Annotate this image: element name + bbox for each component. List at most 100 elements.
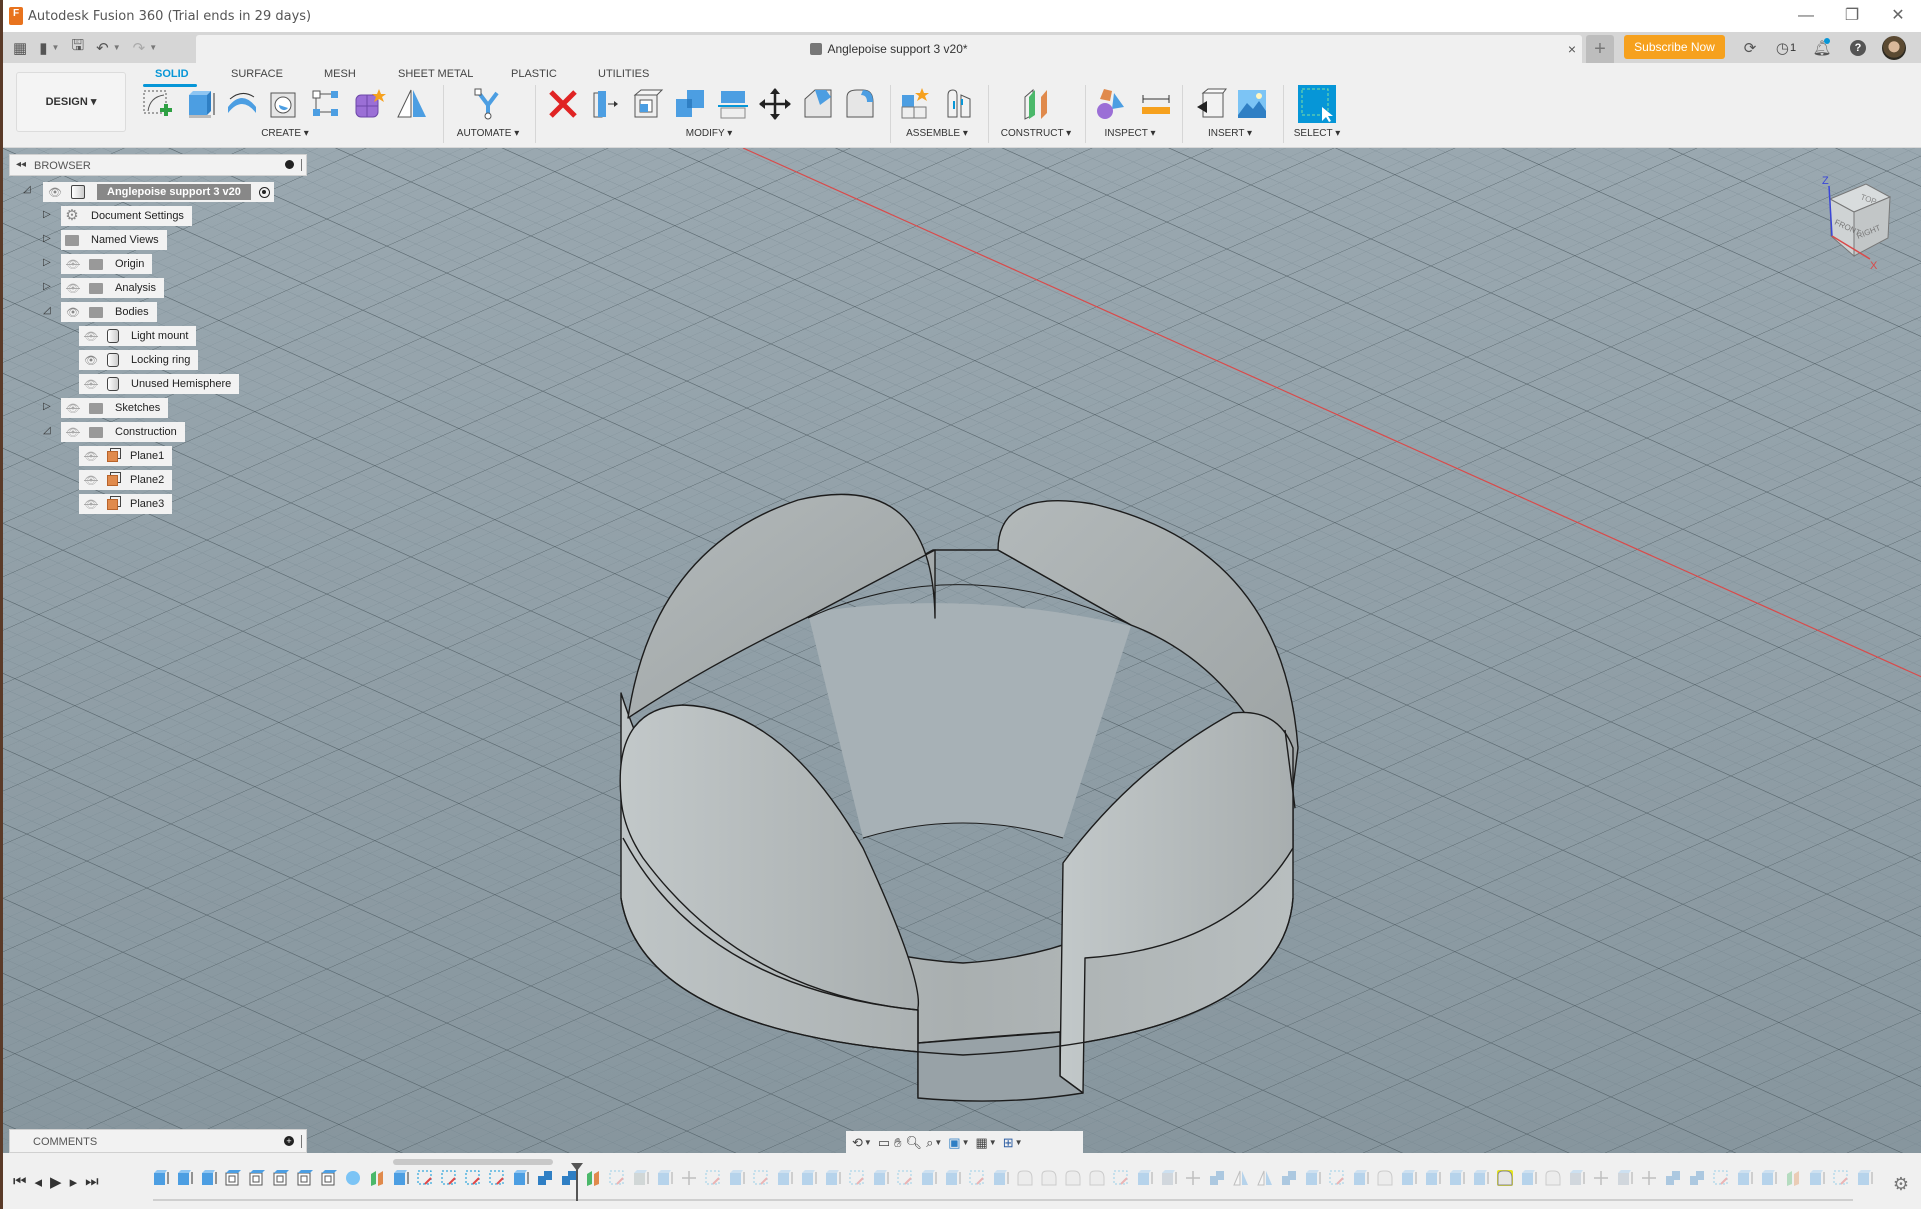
automated-modeling-icon[interactable] bbox=[471, 87, 505, 121]
timeline-feature-plane[interactable] bbox=[369, 1170, 385, 1186]
collapse-triangle-icon[interactable]: ◿ bbox=[43, 305, 55, 319]
timeline-feature-combine[interactable] bbox=[537, 1170, 553, 1186]
visibility-hidden-icon[interactable]: 👁︎ bbox=[65, 426, 81, 439]
timeline-feature-extrude[interactable] bbox=[825, 1170, 841, 1186]
subscribe-now-button[interactable]: Subscribe Now bbox=[1624, 35, 1725, 59]
restore-button[interactable]: ❐ bbox=[1829, 0, 1875, 32]
press-pull-icon[interactable] bbox=[588, 87, 622, 121]
create-menu[interactable]: CREATE ▾ bbox=[261, 128, 309, 139]
timeline-feature-extrude[interactable] bbox=[1857, 1170, 1873, 1186]
go-to-end-button[interactable]: ⏭ bbox=[85, 1173, 99, 1191]
tab-sheet-metal[interactable]: SHEET METAL bbox=[398, 68, 473, 80]
visibility-hidden-icon[interactable]: 👁︎ bbox=[83, 378, 99, 391]
offline-status-icon[interactable]: ⟳ bbox=[1738, 37, 1762, 59]
view-cube[interactable]: TOP FRONT RIGHT Z X bbox=[1808, 164, 1908, 274]
timeline-feature-split[interactable] bbox=[657, 1170, 673, 1186]
orbit-icon[interactable]: ⟲ bbox=[852, 1135, 863, 1151]
joint-icon[interactable] bbox=[942, 87, 976, 121]
hole-icon[interactable] bbox=[267, 87, 301, 121]
user-avatar[interactable] bbox=[1882, 36, 1906, 60]
create-sketch-icon[interactable] bbox=[140, 87, 174, 121]
timeline-feature-sketch[interactable] bbox=[849, 1170, 865, 1186]
timeline-feature-extrude[interactable] bbox=[777, 1170, 793, 1186]
timeline-feature-extrude[interactable] bbox=[921, 1170, 937, 1186]
timeline-feature-sketch[interactable] bbox=[753, 1170, 769, 1186]
timeline-feature-extrude[interactable] bbox=[1473, 1170, 1489, 1186]
construct-menu[interactable]: CONSTRUCT ▾ bbox=[1001, 128, 1071, 139]
select-menu[interactable]: SELECT ▾ bbox=[1294, 128, 1341, 139]
timeline-feature-joint[interactable] bbox=[1161, 1170, 1177, 1186]
insert-derive-icon[interactable] bbox=[1193, 87, 1227, 121]
expand-triangle-icon[interactable]: ▷ bbox=[43, 209, 55, 223]
redo-icon[interactable]: ↷ bbox=[133, 39, 146, 57]
select-icon[interactable] bbox=[1298, 85, 1336, 123]
timeline-feature-joint[interactable] bbox=[1569, 1170, 1585, 1186]
viewports-dropdown-icon[interactable]: ▼ bbox=[1015, 1138, 1023, 1147]
zoom-icon[interactable]: 🔍︎ bbox=[906, 1135, 923, 1151]
timeline-feature-shell[interactable] bbox=[249, 1170, 265, 1186]
timeline-settings-gear-icon[interactable]: ⚙ bbox=[1893, 1174, 1909, 1195]
timeline-feature-sketch[interactable] bbox=[465, 1170, 481, 1186]
tab-mesh[interactable]: MESH bbox=[324, 68, 356, 80]
timeline-marker[interactable] bbox=[576, 1167, 578, 1201]
shell-icon[interactable] bbox=[631, 87, 665, 121]
visibility-eye-icon[interactable]: 👁︎ bbox=[47, 186, 63, 199]
timeline-feature-sketch[interactable] bbox=[1113, 1170, 1129, 1186]
move-copy-icon[interactable] bbox=[758, 87, 792, 121]
timeline-feature-sketch[interactable] bbox=[897, 1170, 913, 1186]
timeline-feature-extrude[interactable] bbox=[1401, 1170, 1417, 1186]
activate-component-radio[interactable] bbox=[258, 186, 270, 198]
fit-dropdown-icon[interactable]: ▼ bbox=[934, 1138, 942, 1147]
tab-surface[interactable]: SURFACE bbox=[231, 68, 283, 80]
notifications-button[interactable]: 🔔︎ bbox=[1810, 37, 1834, 59]
timeline-feature-move[interactable] bbox=[1185, 1170, 1201, 1186]
timeline-feature-shell[interactable] bbox=[297, 1170, 313, 1186]
collapse-triangle-icon[interactable]: ◿ bbox=[43, 425, 55, 439]
timeline-feature-extrude[interactable] bbox=[1425, 1170, 1441, 1186]
visibility-eye-icon[interactable]: 👁︎ bbox=[83, 354, 99, 367]
timeline-feature-sketch[interactable] bbox=[1713, 1170, 1729, 1186]
job-status-button[interactable]: ◷ 1 bbox=[1774, 37, 1798, 59]
timeline-feature-combine[interactable] bbox=[1689, 1170, 1705, 1186]
visibility-hidden-icon[interactable]: 👁︎ bbox=[83, 450, 99, 463]
timeline-feature-extrude[interactable] bbox=[177, 1170, 193, 1186]
timeline-feature-move[interactable] bbox=[681, 1170, 697, 1186]
timeline-feature-fillet[interactable] bbox=[1545, 1170, 1561, 1186]
step-back-button[interactable]: ◂ bbox=[35, 1173, 43, 1191]
tab-utilities[interactable]: UTILITIES bbox=[598, 68, 649, 80]
undo-icon[interactable]: ↶ bbox=[96, 39, 109, 57]
timeline-feature-split[interactable] bbox=[393, 1170, 409, 1186]
new-tab-button[interactable]: + bbox=[1586, 35, 1614, 63]
expand-triangle-icon[interactable]: ▷ bbox=[43, 257, 55, 271]
file-dropdown-icon[interactable]: ▼ bbox=[51, 43, 59, 52]
expand-triangle-icon[interactable]: ▷ bbox=[43, 233, 55, 247]
timeline-feature-extrude[interactable] bbox=[1737, 1170, 1753, 1186]
timeline-feature-combine[interactable] bbox=[1209, 1170, 1225, 1186]
timeline-feature-extrude[interactable] bbox=[1353, 1170, 1369, 1186]
timeline-feature-fillet[interactable] bbox=[1041, 1170, 1057, 1186]
comments-resize-grip[interactable] bbox=[301, 1135, 302, 1148]
inspect-menu[interactable]: INSPECT ▾ bbox=[1105, 128, 1156, 139]
browser-pin-icon[interactable] bbox=[285, 160, 294, 169]
visibility-hidden-icon[interactable]: 👁︎ bbox=[65, 282, 81, 295]
close-window-button[interactable]: ✕ bbox=[1875, 0, 1921, 32]
timeline-feature-extrude[interactable] bbox=[513, 1170, 529, 1186]
workspace-switcher[interactable]: DESIGN ▾ bbox=[16, 72, 126, 132]
timeline-feature-combine[interactable] bbox=[1665, 1170, 1681, 1186]
timeline-feature-extrude[interactable] bbox=[729, 1170, 745, 1186]
timeline-feature-extrude[interactable] bbox=[1449, 1170, 1465, 1186]
timeline-feature-shell[interactable] bbox=[273, 1170, 289, 1186]
visibility-eye-icon[interactable]: 👁︎ bbox=[65, 306, 81, 319]
file-icon[interactable]: ▮ bbox=[39, 39, 47, 57]
timeline-feature-extrude[interactable] bbox=[873, 1170, 889, 1186]
timeline-feature-sketch[interactable] bbox=[609, 1170, 625, 1186]
visibility-hidden-icon[interactable]: 👁︎ bbox=[65, 402, 81, 415]
mirror-icon[interactable] bbox=[395, 87, 429, 121]
timeline-feature-shell[interactable] bbox=[225, 1170, 241, 1186]
visibility-hidden-icon[interactable]: 👁︎ bbox=[83, 474, 99, 487]
extrude-icon[interactable] bbox=[183, 87, 217, 121]
timeline-feature-sketch[interactable] bbox=[1833, 1170, 1849, 1186]
timeline-feature-split[interactable] bbox=[1809, 1170, 1825, 1186]
go-to-start-button[interactable]: ⏮ bbox=[13, 1173, 27, 1191]
timeline-feature-fillet[interactable] bbox=[1377, 1170, 1393, 1186]
